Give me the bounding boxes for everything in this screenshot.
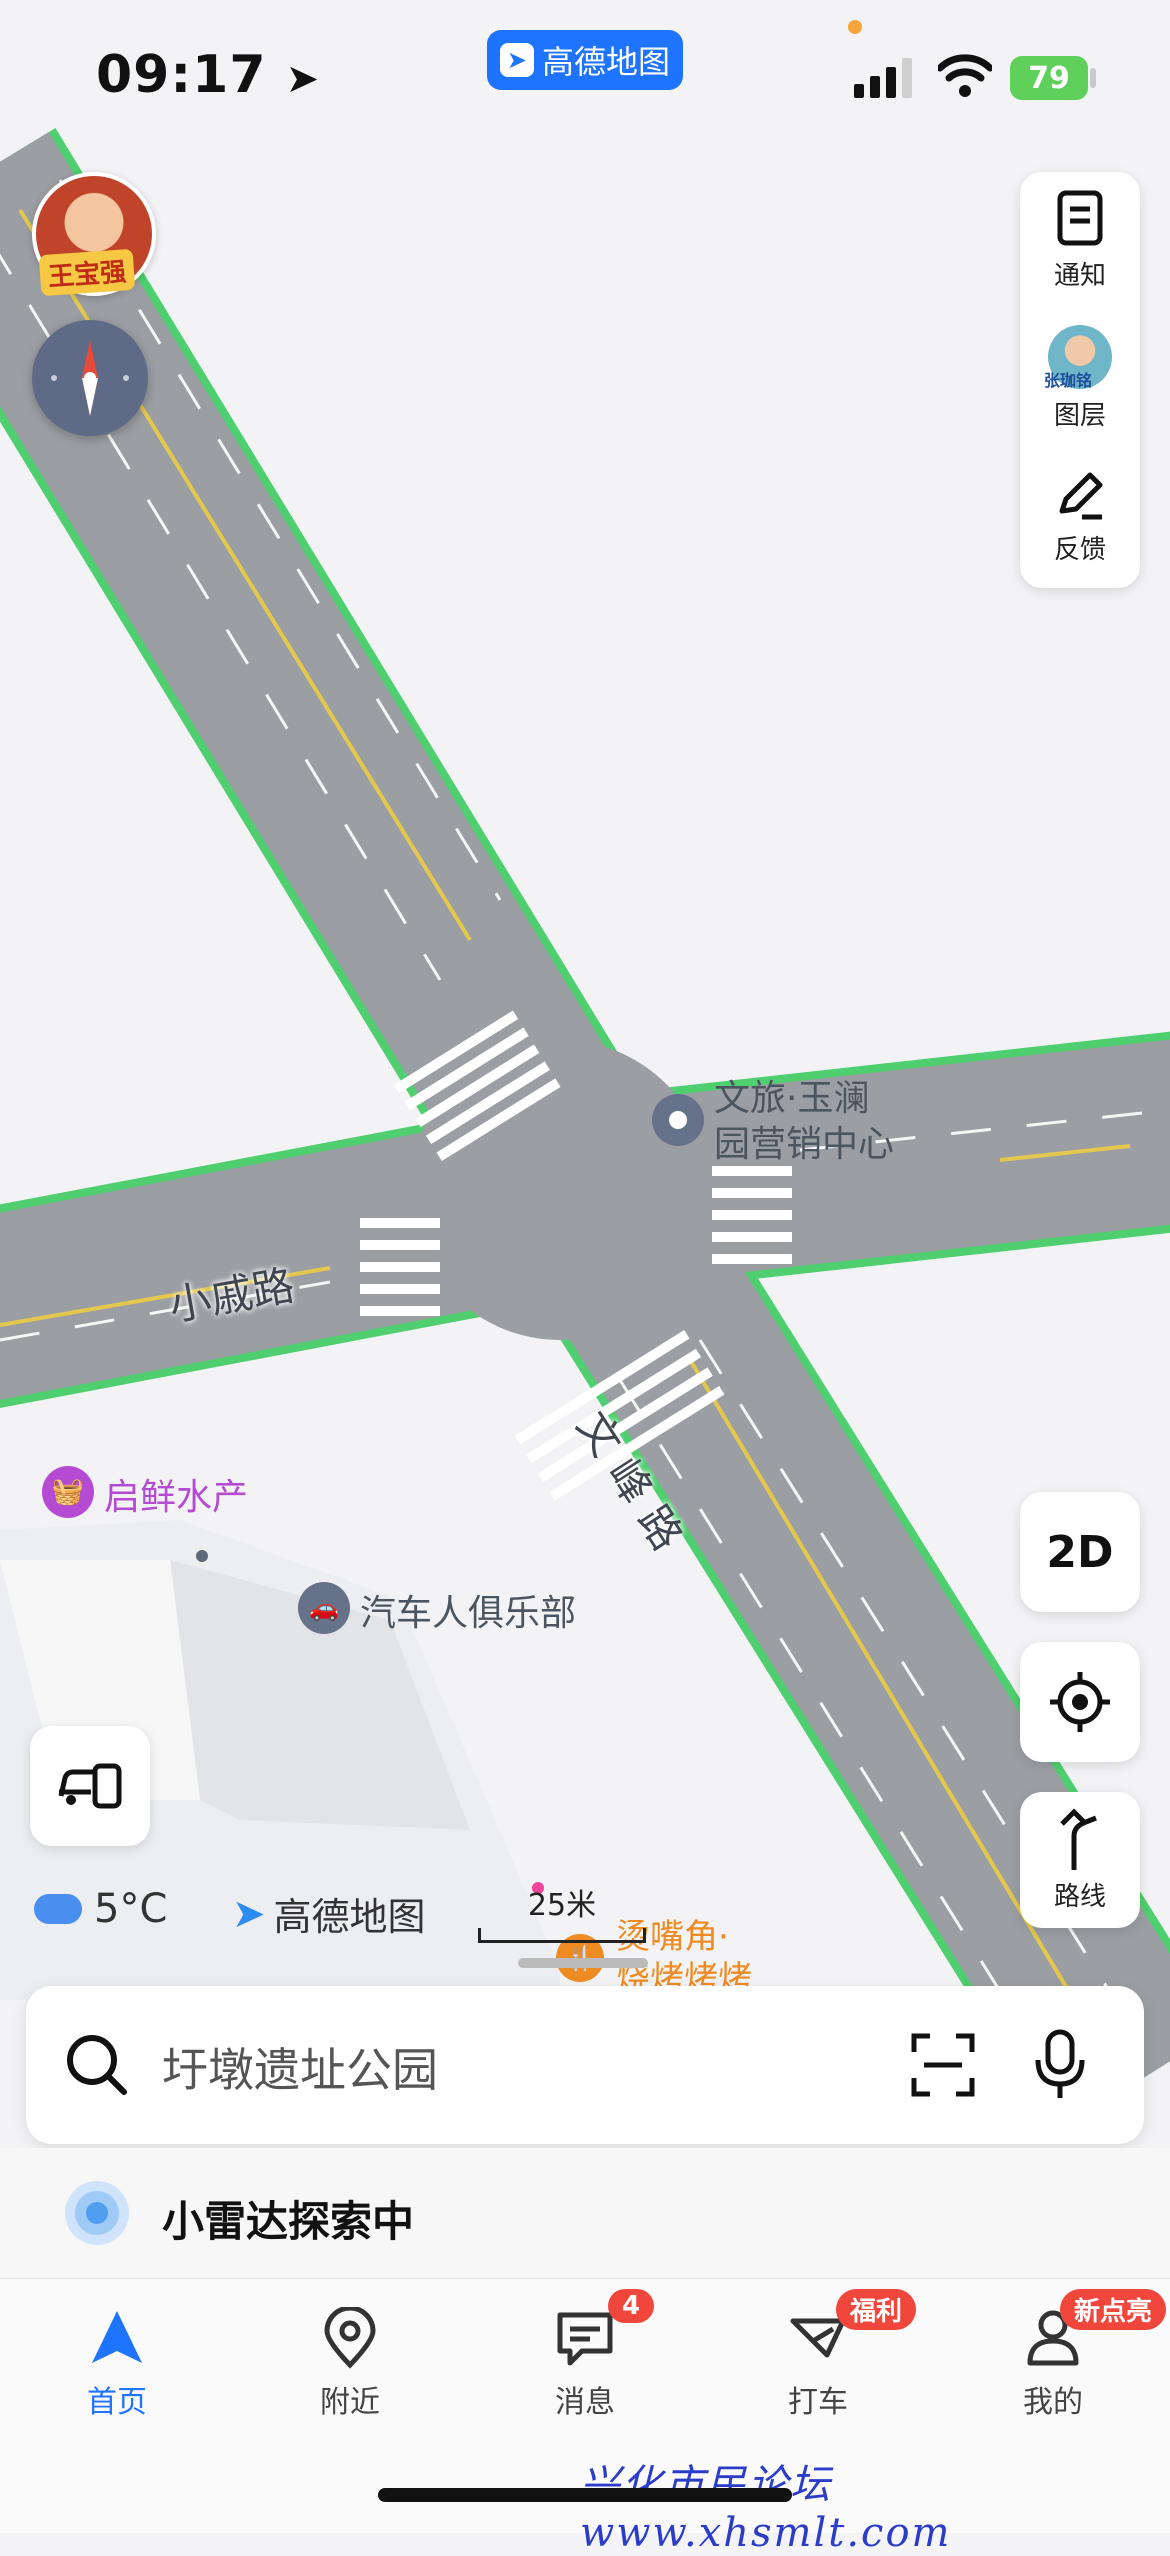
wifi-icon <box>938 54 992 97</box>
battery-indicator: 79 <box>1010 56 1088 100</box>
gaode-arrow-icon: ➤ <box>232 1890 266 1937</box>
vehicle-button[interactable] <box>30 1726 150 1846</box>
layers-avatar-tag: 张珈铭 <box>1044 370 1093 390</box>
status-time: 09:17 ➤ <box>96 45 320 105</box>
route-arrow-icon <box>1060 1807 1097 1870</box>
notice-icon <box>1057 190 1103 245</box>
car-phone-icon <box>58 1763 122 1809</box>
layers-label: 图层 <box>1053 400 1106 431</box>
compass-button[interactable] <box>32 320 148 436</box>
scale-label: 25米 <box>527 1888 597 1923</box>
search-icon <box>67 2035 127 2095</box>
poi-wenlv-line2: 园营销中心 <box>714 1124 895 1165</box>
gaode-logo-icon: ➤ <box>499 43 534 77</box>
scan-icon[interactable] <box>910 2032 976 2098</box>
avatar-tag: 王宝强 <box>38 248 136 297</box>
poi-wenlv-icon[interactable] <box>652 1094 704 1146</box>
scale-bar: 25米 <box>478 1880 646 1943</box>
tab-home-label: 首页 <box>87 2385 147 2420</box>
layers-avatar: 张珈铭 <box>1044 324 1112 390</box>
home-indicator[interactable] <box>378 2488 792 2502</box>
weather-temp: 5°C <box>94 1886 168 1932</box>
location-pin-icon <box>324 2307 376 2369</box>
poi-car-club-icon[interactable]: 🚗 <box>298 1582 350 1634</box>
route-button[interactable]: 路线 <box>1020 1792 1140 1928</box>
navigation-arrow-icon <box>92 2311 142 2363</box>
search-input[interactable]: 圩墩遗址公园 <box>162 2034 438 2100</box>
radar-row[interactable]: 小雷达探索中 <box>0 2148 1170 2278</box>
scale-line <box>478 1928 646 1943</box>
locate-button[interactable] <box>1020 1642 1140 1762</box>
map-brand: ➤ 高德地图 <box>232 1886 426 1941</box>
sheet-handle[interactable] <box>518 1958 648 1968</box>
radar-icon <box>65 2181 129 2245</box>
location-arrow-icon: ➤ <box>285 56 321 102</box>
battery-tip <box>1090 68 1096 88</box>
map-mode-label: 2D <box>1046 1526 1114 1578</box>
poi-wenlv-label[interactable]: 文旅·玉澜 园营销中心 <box>714 1076 894 1168</box>
feedback-label: 反馈 <box>1053 534 1106 565</box>
weather-widget[interactable]: 5°C <box>34 1886 167 1932</box>
signal-icon <box>854 58 912 98</box>
route-label: 路线 <box>1053 1881 1106 1912</box>
taxi-badge: 福利 <box>836 2289 917 2330</box>
map-tools-panel: 通知 张珈铭 图层 反馈 <box>1020 172 1140 588</box>
tab-profile-label: 我的 <box>1023 2385 1083 2420</box>
watermark: 兴化市民论坛 www.xhsmlt.com <box>580 2462 952 2556</box>
app-pill-label: 高德地图 <box>541 43 670 81</box>
map-mode-2d-button[interactable]: 2D <box>1020 1492 1140 1612</box>
compass-icon <box>51 340 129 416</box>
radar-text: 小雷达探索中 <box>162 2197 415 2246</box>
layers-button[interactable]: 张珈铭 图层 <box>1020 310 1140 446</box>
app-pill[interactable]: ➤ 高德地图 <box>487 30 683 90</box>
message-icon <box>557 2312 613 2366</box>
locate-icon <box>1050 1672 1110 1732</box>
tab-messages-label: 消息 <box>555 2385 615 2420</box>
tab-messages[interactable]: 消息 <box>510 2307 660 2421</box>
car-icon: 🚗 <box>309 1594 339 1622</box>
brand-label: 高德地图 <box>273 1895 426 1939</box>
tab-nearby-label: 附近 <box>320 2385 380 2420</box>
status-time-text: 09:17 <box>96 45 267 105</box>
cloud-icon <box>34 1894 82 1924</box>
notice-label: 通知 <box>1053 260 1106 291</box>
microphone-icon[interactable] <box>1032 2028 1088 2102</box>
tab-nearby[interactable]: 附近 <box>275 2307 425 2421</box>
tab-taxi-label: 打车 <box>788 2385 848 2420</box>
profile-badge: 新点亮 <box>1060 2289 1167 2330</box>
pencil-icon <box>1059 472 1103 519</box>
tab-home[interactable]: 首页 <box>42 2307 192 2421</box>
feedback-button[interactable]: 反馈 <box>1020 448 1140 584</box>
battery-level: 79 <box>1028 60 1070 96</box>
poi-car-club-label[interactable]: 汽车人俱乐部 <box>360 1584 576 1636</box>
poi-fish-label[interactable]: 启鲜水产 <box>104 1468 248 1520</box>
messages-badge: 4 <box>608 2289 655 2323</box>
poi-fish-icon[interactable]: 🧺 <box>42 1466 94 1518</box>
poi-wenlv-line1: 文旅·玉澜 <box>714 1078 870 1119</box>
basket-icon: 🧺 <box>51 1477 85 1507</box>
search-bar[interactable]: 圩墩遗址公园 <box>26 1986 1144 2144</box>
privacy-indicator <box>848 20 862 34</box>
notice-button[interactable]: 通知 <box>1020 172 1140 308</box>
